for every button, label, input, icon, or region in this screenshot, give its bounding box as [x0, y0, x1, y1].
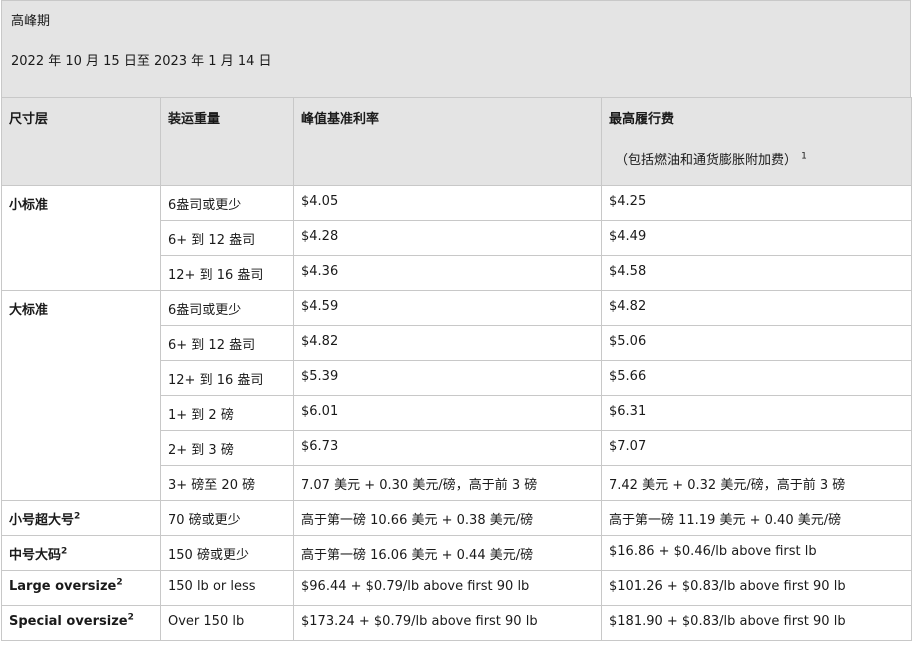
max-fee-cell: $16.86 + $0.46/lb above first lb: [601, 535, 912, 571]
tier-cell: 大标准: [1, 290, 161, 501]
base-rate-cell: 7.07 美元 + 0.30 美元/磅，高于前 3 磅: [293, 465, 602, 501]
tier-cell: 小标准: [1, 185, 161, 291]
tier-label: Special oversize: [9, 614, 128, 629]
weight-cell: 150 磅或更少: [160, 535, 294, 571]
weight-cell: 6+ 到 12 盎司: [160, 325, 294, 361]
tier-cell: Large oversize2: [1, 570, 161, 606]
max-fee-cell: $4.25: [601, 185, 912, 221]
tier-label: 小标准: [9, 198, 49, 213]
table-row: Special oversize2 Over 150 lb $173.24 + …: [1, 605, 912, 641]
max-fee-cell: $4.58: [601, 255, 912, 291]
table-row: Large oversize2 150 lb or less $96.44 + …: [1, 570, 912, 606]
weight-cell: 6盎司或更少: [160, 290, 294, 326]
base-rate-cell: 高于第一磅 16.06 美元 + 0.44 美元/磅: [293, 535, 602, 571]
base-rate-cell: $6.01: [293, 395, 602, 431]
table-row: 小号超大号2 70 磅或更少 高于第一磅 10.66 美元 + 0.38 美元/…: [1, 500, 912, 536]
date-range: 2022 年 10 月 15 日至 2023 年 1 月 14 日: [11, 54, 272, 69]
table-row: 中号大码2 150 磅或更少 高于第一磅 16.06 美元 + 0.44 美元/…: [1, 535, 912, 571]
fee-table-container: 高峰期 2022 年 10 月 15 日至 2023 年 1 月 14 日 尺寸…: [1, 0, 912, 641]
weight-cell: 1+ 到 2 磅: [160, 395, 294, 431]
max-fee-cell: 7.42 美元 + 0.32 美元/磅，高于前 3 磅: [601, 465, 912, 501]
weight-cell: 12+ 到 16 盎司: [160, 255, 294, 291]
weight-cell: 12+ 到 16 盎司: [160, 360, 294, 396]
peak-period-banner: 高峰期 2022 年 10 月 15 日至 2023 年 1 月 14 日: [1, 0, 911, 97]
tier-label: 小号超大号: [9, 513, 75, 528]
tier-cell: Special oversize2: [1, 605, 161, 641]
base-rate-cell: $5.39: [293, 360, 602, 396]
table-row: 大标准 6盎司或更少 $4.59 $4.82: [1, 290, 912, 501]
header-max-fee: 最高履行费 （包括燃油和通货膨胀附加费） 1: [601, 97, 912, 186]
max-fee-cell: $5.66: [601, 360, 912, 396]
base-rate-cell: 高于第一磅 10.66 美元 + 0.38 美元/磅: [293, 500, 602, 536]
header-weight: 装运重量: [160, 97, 294, 186]
base-rate-cell: $4.59: [293, 290, 602, 326]
footnote-ref: 2: [127, 612, 134, 623]
weight-cell: 150 lb or less: [160, 570, 294, 606]
max-fee-cell: $4.82: [601, 290, 912, 326]
base-rate-cell: $173.24 + $0.79/lb above first 90 lb: [293, 605, 602, 641]
tier-label: 大标准: [9, 303, 49, 318]
max-fee-cell: $7.07: [601, 430, 912, 466]
base-rate-cell: $4.82: [293, 325, 602, 361]
header-tier: 尺寸层: [1, 97, 161, 186]
weight-cell: 70 磅或更少: [160, 500, 294, 536]
weight-cell: 6盎司或更少: [160, 185, 294, 221]
tier-cell: 中号大码2: [1, 535, 161, 571]
base-rate-cell: $6.73: [293, 430, 602, 466]
base-rate-cell: $4.28: [293, 220, 602, 256]
max-fee-cell: $101.26 + $0.83/lb above first 90 lb: [601, 570, 912, 606]
period-title: 高峰期: [11, 14, 51, 29]
header-max-fee-note-text: （包括燃油和通货膨胀附加费）: [615, 153, 798, 168]
weight-cell: 3+ 磅至 20 磅: [160, 465, 294, 501]
header-max-fee-label: 最高履行费: [609, 112, 675, 127]
header-max-fee-note: （包括燃油和通货膨胀附加费） 1: [609, 149, 904, 168]
base-rate-cell: $4.36: [293, 255, 602, 291]
tier-label: Large oversize: [9, 579, 117, 594]
max-fee-cell: $181.90 + $0.83/lb above first 90 lb: [601, 605, 912, 641]
weight-cell: 6+ 到 12 盎司: [160, 220, 294, 256]
table-row: 小标准 6盎司或更少 $4.05 $4.25: [1, 185, 912, 291]
base-rate-cell: $96.44 + $0.79/lb above first 90 lb: [293, 570, 602, 606]
footnote-ref: 2: [61, 546, 68, 557]
max-fee-cell: 高于第一磅 11.19 美元 + 0.40 美元/磅: [601, 500, 912, 536]
footnote-ref: 2: [116, 577, 123, 588]
fulfillment-fee-table: 尺寸层 装运重量 峰值基准利率 最高履行费 （包括燃油和通货膨胀附加费） 1 小…: [1, 97, 912, 641]
footnote-ref: 1: [801, 151, 807, 162]
tier-cell: 小号超大号2: [1, 500, 161, 536]
base-rate-cell: $4.05: [293, 185, 602, 221]
header-base-rate: 峰值基准利率: [293, 97, 602, 186]
weight-cell: 2+ 到 3 磅: [160, 430, 294, 466]
max-fee-cell: $4.49: [601, 220, 912, 256]
tier-label: 中号大码: [9, 548, 62, 563]
max-fee-cell: $6.31: [601, 395, 912, 431]
footnote-ref: 2: [74, 511, 81, 522]
header-row: 尺寸层 装运重量 峰值基准利率 最高履行费 （包括燃油和通货膨胀附加费） 1: [1, 97, 912, 186]
max-fee-cell: $5.06: [601, 325, 912, 361]
weight-cell: Over 150 lb: [160, 605, 294, 641]
